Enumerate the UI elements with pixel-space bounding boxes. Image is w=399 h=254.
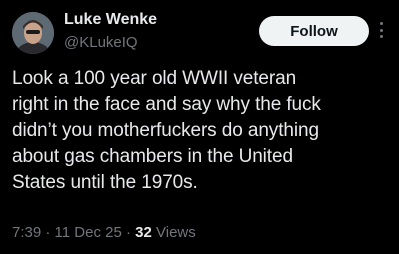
follow-button[interactable]: Follow <box>259 16 369 46</box>
dot <box>380 22 383 25</box>
tweet-date[interactable]: 11 Dec 25 <box>55 224 122 241</box>
tweet-meta: 7:39 · 11 Dec 25 · 32 Views <box>12 224 196 241</box>
meta-separator: · <box>125 224 131 241</box>
tweet-text-line: right in the face and say why the fuck <box>12 94 321 115</box>
avatar[interactable] <box>12 12 54 54</box>
more-vertical-icon[interactable] <box>380 22 384 38</box>
views-label: Views <box>156 224 196 241</box>
tweet-text-line: didn’t you motherfuckers do anything <box>12 120 319 141</box>
tweet-text-line: Look a 100 year old WWII veteran <box>12 68 297 89</box>
tweet-time[interactable]: 7:39 <box>12 224 41 241</box>
views-count: 32 <box>135 224 152 241</box>
tweet: Luke Wenke @KLukeIQ Follow Look a 100 ye… <box>0 0 399 254</box>
handle[interactable]: @KLukeIQ <box>64 34 138 51</box>
tweet-text-line: about gas chambers in the United <box>12 146 293 167</box>
display-name[interactable]: Luke Wenke <box>64 11 157 29</box>
tweet-text: Look a 100 year old WWII veteran right i… <box>12 66 392 196</box>
meta-separator: · <box>45 224 51 241</box>
dot <box>380 28 383 32</box>
tweet-text-line: States until the 1970s. <box>12 172 198 193</box>
avatar-photo <box>12 12 54 54</box>
dot <box>380 35 383 38</box>
